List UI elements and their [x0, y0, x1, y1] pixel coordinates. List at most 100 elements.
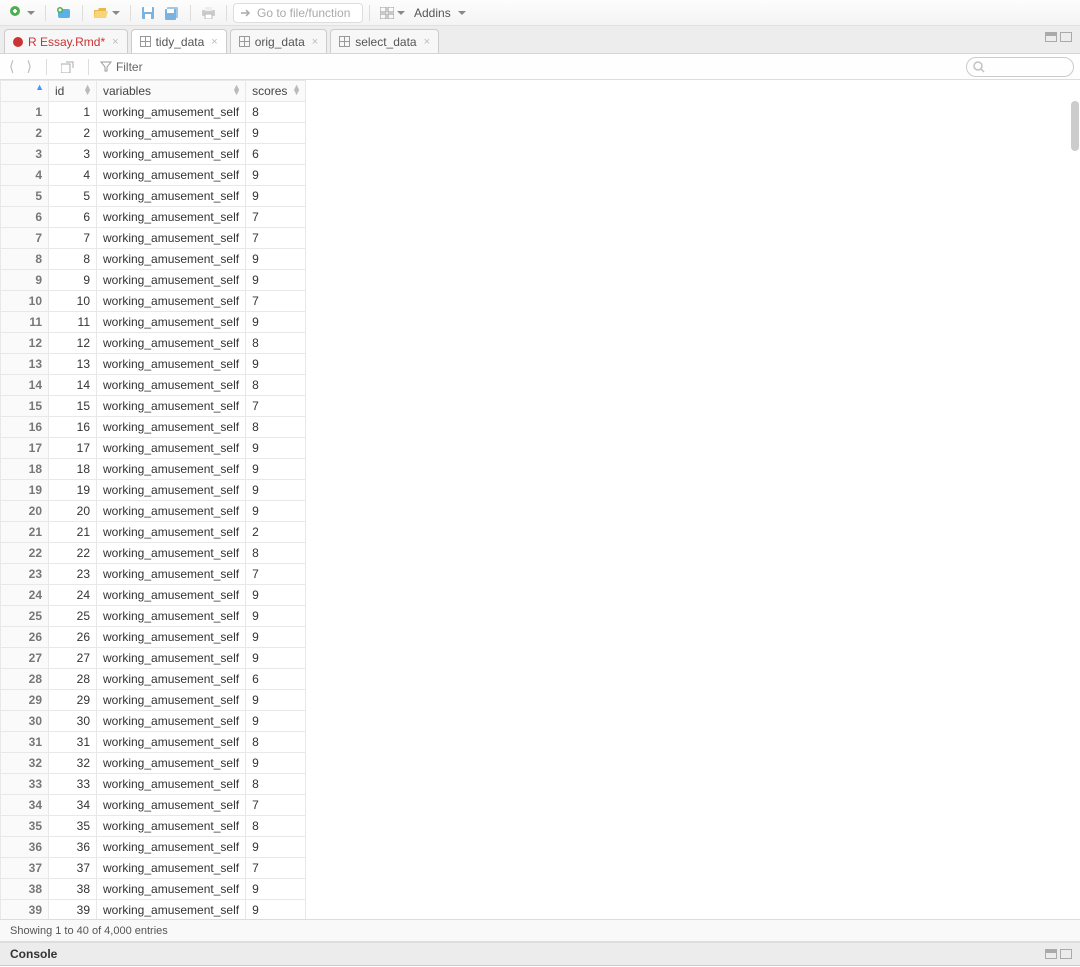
table-row[interactable]: 2626working_amusement_self9	[1, 627, 306, 648]
tab-select-data[interactable]: select_data ×	[330, 29, 439, 53]
cell-scores: 9	[246, 312, 306, 333]
save-all-button[interactable]	[160, 4, 184, 22]
filter-icon	[100, 61, 112, 72]
minimize-pane-icon[interactable]	[1045, 32, 1057, 42]
close-icon[interactable]: ×	[424, 36, 430, 48]
cell-scores: 8	[246, 417, 306, 438]
tab-label: tidy_data	[156, 35, 205, 49]
cell-variables: working_amusement_self	[97, 459, 246, 480]
cell-rownum: 13	[1, 354, 49, 375]
goto-file-input[interactable]: Go to file/function	[233, 3, 363, 23]
show-in-window-button[interactable]	[58, 61, 77, 73]
table-row[interactable]: 3333working_amusement_self8	[1, 774, 306, 795]
table-row[interactable]: 1313working_amusement_self9	[1, 354, 306, 375]
chevron-down-icon	[397, 11, 405, 15]
new-file-button[interactable]	[6, 4, 39, 22]
maximize-pane-icon[interactable]	[1060, 32, 1072, 42]
cell-scores: 9	[246, 459, 306, 480]
table-row[interactable]: 2323working_amusement_self7	[1, 564, 306, 585]
table-row[interactable]: 3030working_amusement_self9	[1, 711, 306, 732]
table-row[interactable]: 3838working_amusement_self9	[1, 879, 306, 900]
status-text: Showing 1 to 40 of 4,000 entries	[10, 925, 168, 937]
save-button[interactable]	[137, 4, 159, 22]
cell-variables: working_amusement_self	[97, 732, 246, 753]
new-project-button[interactable]	[52, 4, 76, 22]
nav-back-button[interactable]: ⟨	[6, 58, 17, 75]
table-row[interactable]: 3737working_amusement_self7	[1, 858, 306, 879]
cell-id: 26	[49, 627, 97, 648]
table-row[interactable]: 3535working_amusement_self8	[1, 816, 306, 837]
table-row[interactable]: 1111working_amusement_self9	[1, 312, 306, 333]
nav-forward-button[interactable]: ⟩	[23, 58, 34, 75]
console-maximize-icon[interactable]	[1060, 949, 1072, 959]
table-row[interactable]: 1818working_amusement_self9	[1, 459, 306, 480]
grid-button[interactable]	[376, 5, 409, 21]
table-row[interactable]: 88working_amusement_self9	[1, 249, 306, 270]
cell-rownum: 20	[1, 501, 49, 522]
table-row[interactable]: 3131working_amusement_self8	[1, 732, 306, 753]
table-row[interactable]: 3939working_amusement_self9	[1, 900, 306, 921]
table-row[interactable]: 1010working_amusement_self7	[1, 291, 306, 312]
table-row[interactable]: 33working_amusement_self6	[1, 144, 306, 165]
table-row[interactable]: 11working_amusement_self8	[1, 102, 306, 123]
col-label: variables	[103, 84, 151, 98]
console-minimize-icon[interactable]	[1045, 949, 1057, 959]
table-row[interactable]: 22working_amusement_self9	[1, 123, 306, 144]
tab-r-essay-rmd-[interactable]: R Essay.Rmd*×	[4, 29, 128, 53]
print-button[interactable]	[197, 4, 220, 21]
cell-id: 22	[49, 543, 97, 564]
cell-variables: working_amusement_self	[97, 186, 246, 207]
cell-id: 25	[49, 606, 97, 627]
cell-scores: 9	[246, 711, 306, 732]
search-input[interactable]	[966, 57, 1074, 77]
close-icon[interactable]: ×	[211, 36, 217, 48]
table-row[interactable]: 99working_amusement_self9	[1, 270, 306, 291]
tab-label: select_data	[355, 35, 416, 49]
table-row[interactable]: 3434working_amusement_self7	[1, 795, 306, 816]
cell-variables: working_amusement_self	[97, 606, 246, 627]
cell-id: 29	[49, 690, 97, 711]
cell-id: 6	[49, 207, 97, 228]
table-row[interactable]: 2424working_amusement_self9	[1, 585, 306, 606]
tab-orig-data[interactable]: orig_data×	[230, 29, 327, 53]
table-row[interactable]: 2222working_amusement_self8	[1, 543, 306, 564]
console-panel-header[interactable]: Console	[0, 942, 1080, 966]
open-file-button[interactable]	[89, 5, 124, 21]
table-row[interactable]: 44working_amusement_self9	[1, 165, 306, 186]
table-row[interactable]: 1414working_amusement_self8	[1, 375, 306, 396]
column-header-rownum[interactable]: ▲	[1, 81, 49, 102]
cell-rownum: 10	[1, 291, 49, 312]
table-row[interactable]: 66working_amusement_self7	[1, 207, 306, 228]
cell-rownum: 11	[1, 312, 49, 333]
table-row[interactable]: 2020working_amusement_self9	[1, 501, 306, 522]
table-row[interactable]: 1616working_amusement_self8	[1, 417, 306, 438]
table-row[interactable]: 77working_amusement_self7	[1, 228, 306, 249]
column-header-scores[interactable]: scores▲▼	[246, 81, 306, 102]
close-icon[interactable]: ×	[112, 36, 118, 48]
tab-tidy-data[interactable]: tidy_data ×	[131, 29, 227, 53]
table-row[interactable]: 3232working_amusement_self9	[1, 753, 306, 774]
close-icon[interactable]: ×	[312, 36, 318, 48]
table-row[interactable]: 3636working_amusement_self9	[1, 837, 306, 858]
table-row[interactable]: 2727working_amusement_self9	[1, 648, 306, 669]
filter-button[interactable]: Filter	[100, 60, 143, 74]
folder-open-icon	[93, 7, 109, 19]
table-row[interactable]: 1212working_amusement_self8	[1, 333, 306, 354]
table-row[interactable]: 55working_amusement_self9	[1, 186, 306, 207]
table-row[interactable]: 1515working_amusement_self7	[1, 396, 306, 417]
table-row[interactable]: 1717working_amusement_self9	[1, 438, 306, 459]
cell-scores: 6	[246, 144, 306, 165]
cell-rownum: 36	[1, 837, 49, 858]
scrollbar-thumb[interactable]	[1071, 101, 1079, 151]
column-header-id[interactable]: id▲▼	[49, 81, 97, 102]
addins-menu[interactable]: Addins	[414, 6, 466, 20]
vertical-scrollbar[interactable]	[1070, 100, 1080, 919]
table-row[interactable]: 2929working_amusement_self9	[1, 690, 306, 711]
table-row[interactable]: 2121working_amusement_self2	[1, 522, 306, 543]
column-header-variables[interactable]: variables▲▼	[97, 81, 246, 102]
cell-rownum: 14	[1, 375, 49, 396]
cell-variables: working_amusement_self	[97, 354, 246, 375]
table-row[interactable]: 2525working_amusement_self9	[1, 606, 306, 627]
table-row[interactable]: 2828working_amusement_self6	[1, 669, 306, 690]
table-row[interactable]: 1919working_amusement_self9	[1, 480, 306, 501]
